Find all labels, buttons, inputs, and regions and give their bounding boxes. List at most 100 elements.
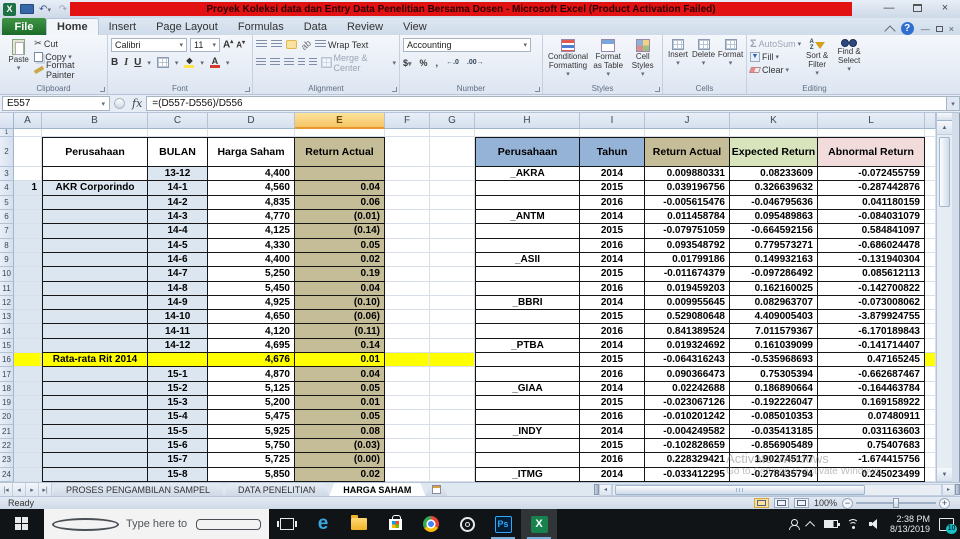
delete-cells-button[interactable]: Delete ▾ <box>690 37 717 82</box>
cell-K5[interactable]: -0.046795636 <box>730 195 818 210</box>
cell-D13[interactable]: 4,650 <box>208 310 295 325</box>
last-sheet-icon[interactable]: ▸| <box>39 483 52 496</box>
cell-L13[interactable]: -3.879924755 <box>818 310 925 325</box>
cell-E12[interactable]: (0.10) <box>295 295 385 311</box>
cell-A23[interactable] <box>14 453 42 468</box>
scroll-down-icon[interactable]: ▼ <box>937 468 952 482</box>
cell-B6[interactable] <box>42 209 148 225</box>
insert-function-icon[interactable]: fx <box>128 97 146 110</box>
cell-B23[interactable] <box>42 453 148 468</box>
cell-G8[interactable] <box>430 238 475 253</box>
underline-button[interactable]: U <box>134 57 141 68</box>
tab-home[interactable]: Home <box>46 18 99 35</box>
cell-F19[interactable] <box>385 396 430 411</box>
cell-B19[interactable] <box>42 396 148 411</box>
cell-B21[interactable] <box>42 424 148 439</box>
cell-A7[interactable] <box>14 224 42 239</box>
sheet-tab-harga-saham[interactable]: HARGA SAHAM <box>329 483 425 496</box>
cell-M7[interactable] <box>925 224 936 239</box>
cell-F21[interactable] <box>385 424 430 439</box>
cell-L3[interactable]: -0.072455759 <box>818 167 925 182</box>
cell-B18[interactable] <box>42 381 148 396</box>
cell-C7[interactable]: 14-4 <box>148 224 208 239</box>
cell-L10[interactable]: 0.085612113 <box>818 267 925 282</box>
cell-C20[interactable]: 15-4 <box>148 410 208 425</box>
cell-C22[interactable]: 15-6 <box>148 438 208 454</box>
decrease-decimal-icon[interactable]: .00→ <box>467 59 484 66</box>
cell-D4[interactable]: 4,560 <box>208 181 295 196</box>
cell-H13[interactable] <box>475 310 580 325</box>
zoom-out-icon[interactable]: − <box>842 497 853 509</box>
cell-G7[interactable] <box>430 224 475 239</box>
file-explorer-button[interactable] <box>341 509 377 539</box>
cell-H11[interactable] <box>475 281 580 296</box>
tab-data[interactable]: Data <box>294 18 337 35</box>
page-layout-view-button[interactable] <box>773 498 789 508</box>
accounting-format-icon[interactable]: $▾ <box>403 58 412 68</box>
column-header-I[interactable]: I <box>580 113 645 129</box>
cell-G13[interactable] <box>430 310 475 325</box>
cell-M19[interactable] <box>925 396 936 411</box>
row-header-17[interactable]: 17 <box>0 367 14 382</box>
column-header-G[interactable]: G <box>430 113 475 129</box>
cell-C18[interactable]: 15-2 <box>148 381 208 396</box>
insert-cells-button[interactable]: Insert ▾ <box>666 37 690 82</box>
column-header-C[interactable]: C <box>148 113 208 129</box>
cell-B9[interactable] <box>42 252 148 268</box>
cell-J19[interactable]: -0.023067126 <box>645 396 730 411</box>
cell-I21[interactable]: 2014 <box>580 424 645 439</box>
cell-L11[interactable]: -0.142700822 <box>818 281 925 296</box>
formula-input[interactable]: =(D557-D556)/D556 <box>146 96 946 111</box>
cell-I10[interactable]: 2015 <box>580 267 645 282</box>
row-header-19[interactable]: 19 <box>0 396 14 411</box>
tab-insert[interactable]: Insert <box>99 18 147 35</box>
cell-F6[interactable] <box>385 209 430 225</box>
cell-M22[interactable] <box>925 438 936 454</box>
help-icon[interactable]: ? <box>900 22 914 35</box>
people-icon[interactable] <box>788 519 800 530</box>
cell-H1[interactable] <box>475 129 580 137</box>
cut-button[interactable]: ✂ Cut <box>34 37 104 50</box>
cell-E3[interactable] <box>295 167 385 182</box>
cell-M5[interactable] <box>925 195 936 210</box>
cell-E21[interactable]: 0.08 <box>295 424 385 439</box>
cell-L4[interactable]: -0.287442876 <box>818 181 925 196</box>
conditional-formatting-button[interactable]: Conditional Formatting ▾ <box>546 37 590 82</box>
cell-C21[interactable]: 15-5 <box>148 424 208 439</box>
cell-B4[interactable]: AKR Corporindo <box>42 181 148 196</box>
cell-F8[interactable] <box>385 238 430 253</box>
cell-J20[interactable]: -0.010201242 <box>645 410 730 425</box>
scroll-left-icon[interactable]: ◂ <box>599 483 612 496</box>
cell-B20[interactable] <box>42 410 148 425</box>
cell-D12[interactable]: 4,925 <box>208 295 295 311</box>
cell-A8[interactable] <box>14 238 42 253</box>
grow-font-icon[interactable]: A▴ <box>223 38 233 50</box>
cell-D3[interactable]: 4,400 <box>208 167 295 182</box>
align-left-icon[interactable] <box>256 58 266 67</box>
tab-file[interactable]: File <box>2 18 46 35</box>
cell-B10[interactable] <box>42 267 148 282</box>
cell-A24[interactable] <box>14 467 42 482</box>
cell-E14[interactable]: (0.11) <box>295 324 385 339</box>
cell-H4[interactable] <box>475 181 580 196</box>
cell-A3[interactable] <box>14 167 42 182</box>
cell-K12[interactable]: 0.082963707 <box>730 295 818 311</box>
cell-L15[interactable]: -0.141714407 <box>818 338 925 354</box>
tab-page-layout[interactable]: Page Layout <box>146 18 228 35</box>
cell-F17[interactable] <box>385 367 430 382</box>
restore-button[interactable] <box>908 1 926 15</box>
cell-C10[interactable]: 14-7 <box>148 267 208 282</box>
cell-C5[interactable]: 14-2 <box>148 195 208 210</box>
row-header-11[interactable]: 11 <box>0 281 14 296</box>
taskbar-search[interactable]: Type here to search <box>44 509 269 539</box>
cell-H2[interactable]: Perusahaan <box>475 137 580 167</box>
row-header-23[interactable]: 23 <box>0 453 14 468</box>
cell-D11[interactable]: 5,450 <box>208 281 295 296</box>
cell-D17[interactable]: 4,870 <box>208 367 295 382</box>
cell-B2[interactable]: Perusahaan <box>42 137 148 167</box>
cell-M13[interactable] <box>925 310 936 325</box>
cell-I22[interactable]: 2015 <box>580 438 645 454</box>
cell-I9[interactable]: 2014 <box>580 252 645 268</box>
cell-D14[interactable]: 4,120 <box>208 324 295 339</box>
expand-formula-bar-icon[interactable]: ▾ <box>946 96 960 111</box>
